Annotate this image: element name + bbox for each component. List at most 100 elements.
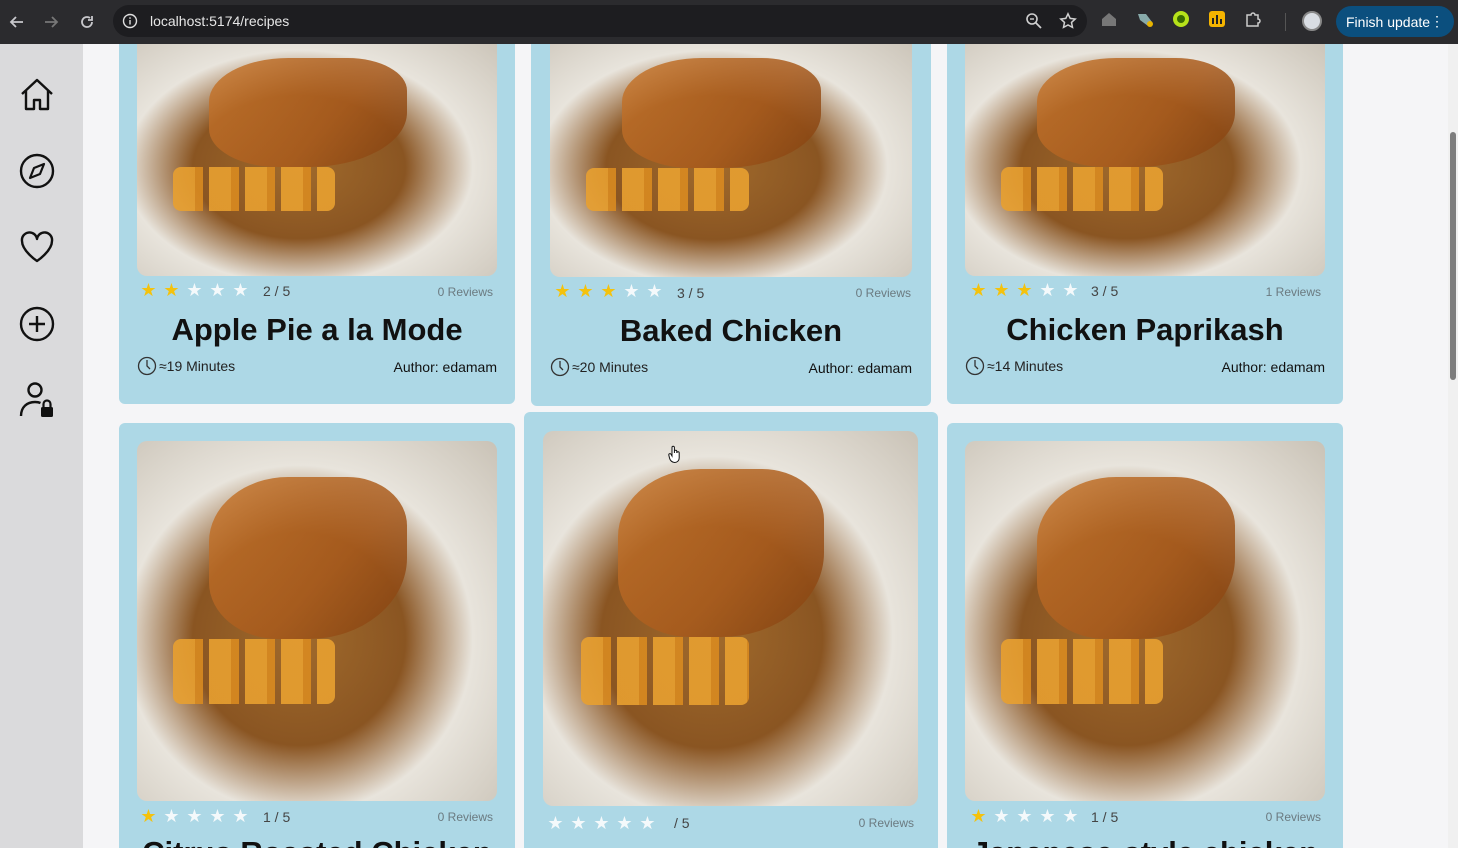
star-icon[interactable]: ★ [622,282,641,300]
star-icon[interactable]: ★ [139,807,158,825]
recipe-title[interactable]: Japanese-style chicken [947,835,1343,848]
profile-avatar[interactable] [1302,11,1322,31]
recipe-image[interactable] [550,44,912,277]
finish-update-label: Finish update [1346,13,1431,30]
recipe-title[interactable]: Apple Pie a la Mode [119,312,515,348]
star-rating[interactable]: ★ ★ ★ ★ ★ [969,807,1080,825]
cook-time-text: ≈20 Minutes [572,359,649,375]
recipe-author: Author: edamam [393,359,498,375]
rating-text: 2 / 5 [263,283,291,299]
recipe-image[interactable] [137,44,497,276]
plus-circle-icon[interactable] [18,305,56,343]
star-icon[interactable]: ★ [615,814,634,832]
rating-text: / 5 [674,815,690,831]
extension-tag-icon[interactable] [1136,10,1154,28]
star-icon[interactable]: ★ [1038,281,1057,299]
finish-update-button[interactable]: Finish update ⋮ [1336,6,1454,37]
recipe-card[interactable]: ★ ★ ★ ★ ★ / 5 0 Reviews [524,412,938,848]
star-icon[interactable]: ★ [231,281,250,299]
recipe-card[interactable]: ★★★★★ 1 / 5 0 Reviews Citrus Roasted Chi… [119,423,515,848]
compass-icon[interactable] [18,152,56,190]
star-icon[interactable]: ★ [592,814,611,832]
recipe-title[interactable]: Baked Chicken [531,313,931,349]
home-icon[interactable] [18,76,56,114]
recipe-card[interactable]: ★★★★★ 1 / 5 0 Reviews Japanese-style chi… [947,423,1343,848]
star-icon[interactable]: ★ [546,814,565,832]
back-icon[interactable] [0,7,34,37]
star-icon[interactable]: ★ [208,281,227,299]
reviews-count: 0 Reviews [855,286,911,300]
sidebar [0,44,83,848]
reviews-count: 0 Reviews [437,810,493,824]
recipe-image[interactable] [965,441,1325,801]
zoom-icon[interactable] [1025,12,1043,30]
cook-time: ≈14 Minutes [965,356,1063,376]
star-icon[interactable]: ★ [992,281,1011,299]
star-icon[interactable]: ★ [1015,281,1034,299]
extensions-puzzle-icon[interactable] [1244,10,1262,28]
more-menu-icon[interactable]: ⋮ [1430,13,1444,29]
site-info-icon[interactable] [122,13,138,29]
heart-icon[interactable] [18,228,56,266]
star-icon[interactable]: ★ [1061,807,1080,825]
star-icon[interactable]: ★ [208,807,227,825]
star-rating[interactable]: ★ ★ ★ ★ ★ [546,814,657,832]
star-icon[interactable]: ★ [162,807,181,825]
rating-text: 3 / 5 [677,285,705,301]
reviews-count: 0 Reviews [858,816,914,830]
recipe-card[interactable]: ★ ★ ★ ★ ★ 3 / 5 1 Reviews Chicken Paprikash … [947,44,1343,404]
star-rating[interactable]: ★ ★ ★ ★ ★ [969,281,1080,299]
recipe-author: Author: edamam [1221,359,1326,375]
star-icon[interactable]: ★ [231,807,250,825]
star-icon[interactable]: ★ [969,807,988,825]
timer-icon [965,356,985,376]
rating-text: 1 / 5 [263,809,291,825]
recipe-image[interactable] [137,441,497,801]
cook-time-text: ≈14 Minutes [987,358,1064,374]
scrollbar-thumb[interactable] [1450,132,1456,380]
star-icon[interactable]: ★ [1061,281,1080,299]
star-icon[interactable]: ★ [969,281,988,299]
star-icon[interactable]: ★ [139,281,158,299]
reviews-count: 0 Reviews [1265,810,1321,824]
star-icon[interactable]: ★ [185,807,204,825]
star-icon[interactable]: ★ [1038,807,1057,825]
star-icon[interactable]: ★ [992,807,1011,825]
star-icon[interactable]: ★ [576,282,595,300]
star-icon[interactable]: ★ [569,814,588,832]
cook-time: ≈19 Minutes [137,356,235,376]
recipe-image[interactable] [543,431,918,806]
address-bar[interactable]: localhost:5174/recipes [113,5,1087,37]
reviews-count: 1 Reviews [1265,285,1321,299]
star-icon[interactable]: ★ [638,814,657,832]
forward-icon[interactable] [34,7,68,37]
recipe-image[interactable] [965,44,1325,276]
extension-chart-icon[interactable] [1208,10,1226,28]
cook-time: ≈20 Minutes [550,357,648,377]
timer-icon [550,357,570,377]
star-icon[interactable]: ★ [1015,807,1034,825]
rating-text: 1 / 5 [1091,809,1119,825]
extension-home-icon[interactable] [1100,10,1118,28]
star-icon[interactable]: ★ [553,282,572,300]
extension-green-icon[interactable] [1172,10,1190,28]
page-scrollbar[interactable] [1448,44,1458,848]
recipe-card[interactable]: ★ ★ ★ ★ ★ 2 / 5 0 Reviews Apple Pie a la Mod… [119,44,515,404]
timer-icon [137,356,157,376]
url-text[interactable]: localhost:5174/recipes [150,13,289,29]
user-lock-icon[interactable] [18,381,56,419]
recipe-title[interactable]: Citrus Roasted Chicken [119,835,515,848]
star-icon[interactable]: ★ [185,281,204,299]
star-icon[interactable]: ★ [162,281,181,299]
star-rating[interactable]: ★ ★ ★ ★ ★ [139,281,250,299]
recipe-title[interactable]: Chicken Paprikash [947,312,1343,348]
toolbar-divider [1285,13,1286,31]
rating-text: 3 / 5 [1091,283,1119,299]
reload-icon[interactable] [70,7,104,37]
star-rating[interactable]: ★ ★ ★ ★ ★ [553,282,664,300]
recipe-card[interactable]: ★ ★ ★ ★ ★ 3 / 5 0 Reviews Baked Chicken ≈20 … [531,44,931,406]
bookmark-star-icon[interactable] [1059,12,1077,30]
star-rating[interactable]: ★ ★ ★ ★ ★ [139,807,250,825]
star-icon[interactable]: ★ [599,282,618,300]
star-icon[interactable]: ★ [645,282,664,300]
